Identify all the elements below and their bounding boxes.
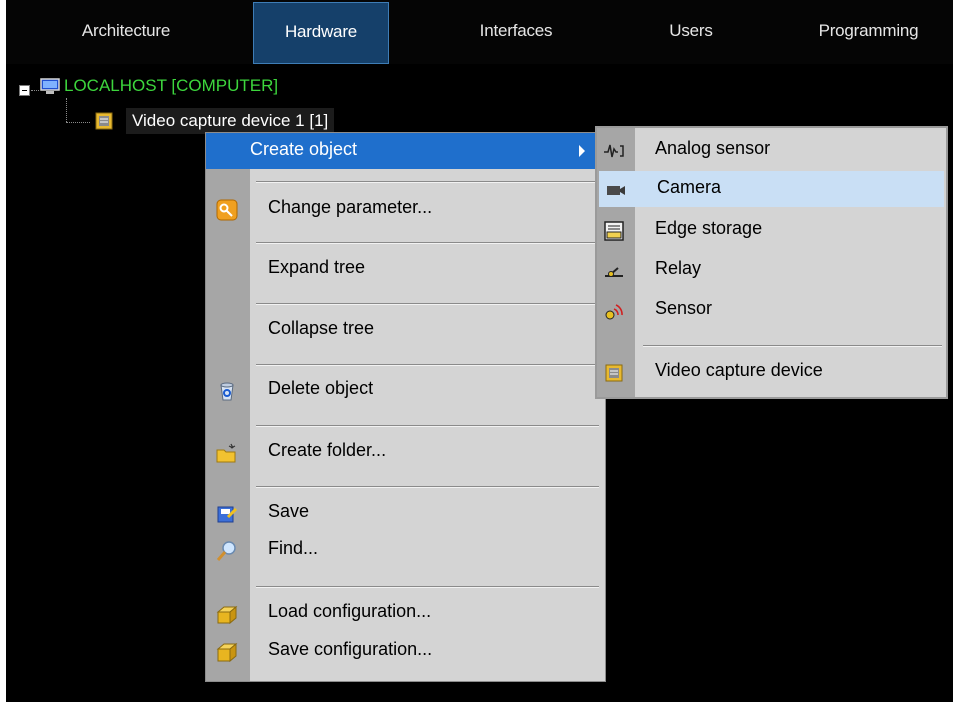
submenu-item-label: Relay	[655, 258, 702, 278]
menu-separator	[256, 486, 599, 488]
menu-item-find[interactable]: Find...	[206, 532, 605, 568]
menu-separator	[256, 364, 599, 366]
sensor-icon	[603, 300, 625, 322]
submenu-item-analog-sensor[interactable]: Analog sensor	[597, 132, 946, 168]
app-frame: Architecture Hardware Interfaces Users P…	[6, 0, 953, 702]
submenu-item-edge-storage[interactable]: Edge storage	[597, 212, 946, 248]
menu-separator	[256, 303, 599, 305]
menu-item-label: Change parameter...	[268, 197, 433, 217]
submenu-item-label: Analog sensor	[655, 138, 771, 158]
menu-item-label: Save configuration...	[268, 639, 433, 659]
menu-item-label: Create folder...	[268, 440, 387, 460]
analog-sensor-icon	[603, 140, 625, 162]
tree-root-label[interactable]: LOCALHOST [COMPUTER]	[64, 76, 278, 96]
menu-separator	[256, 586, 599, 588]
tab-programming[interactable]: Programming	[786, 2, 951, 64]
camera-icon	[605, 179, 627, 201]
tree-device-label[interactable]: Video capture device 1 [1]	[126, 108, 335, 134]
submenu-item-label: Edge storage	[655, 218, 763, 238]
tree-connector	[31, 90, 39, 91]
new-folder-icon	[216, 442, 238, 464]
tab-interfaces[interactable]: Interfaces	[426, 2, 606, 64]
menu-item-label: Expand tree	[268, 257, 366, 277]
submenu-item-relay[interactable]: Relay	[597, 252, 946, 288]
video-capture-device-icon	[603, 362, 625, 384]
tab-architecture[interactable]: Architecture	[26, 2, 226, 64]
menu-separator	[256, 425, 599, 427]
context-menu: Create object Change parameter... Expand…	[205, 132, 606, 682]
submenu-item-label: Video capture device	[655, 360, 823, 380]
menu-item-label: Load configuration...	[268, 601, 432, 621]
menu-item-change-parameter[interactable]: Change parameter...	[206, 191, 605, 227]
menu-item-label: Delete object	[268, 378, 374, 398]
magnifier-icon	[216, 540, 238, 562]
tree-connector	[66, 98, 67, 122]
submenu-item-sensor[interactable]: Sensor	[597, 292, 946, 328]
key-icon	[216, 199, 238, 221]
edge-storage-icon	[603, 220, 625, 242]
relay-icon	[603, 260, 625, 282]
menu-item-load-configuration[interactable]: Load configuration...	[206, 595, 605, 631]
submenu-item-label: Sensor	[655, 298, 713, 318]
video-capture-device-icon	[94, 111, 114, 131]
menu-item-collapse-tree[interactable]: Collapse tree	[206, 312, 605, 348]
submenu-item-video-capture-device[interactable]: Video capture device	[597, 354, 946, 390]
submenu-item-camera[interactable]: Camera	[599, 171, 944, 207]
menu-item-label: Collapse tree	[268, 318, 375, 338]
computer-icon	[40, 78, 60, 95]
menu-separator	[256, 181, 599, 183]
tab-users[interactable]: Users	[606, 2, 776, 64]
tab-bar: Architecture Hardware Interfaces Users P…	[6, 0, 953, 64]
menu-item-save[interactable]: Save	[206, 495, 605, 531]
save-icon	[216, 503, 238, 525]
box-open-icon	[216, 603, 238, 625]
recycle-bin-icon	[216, 380, 238, 402]
menu-item-label: Save	[268, 501, 310, 521]
menu-item-expand-tree[interactable]: Expand tree	[206, 251, 605, 287]
submenu-item-label: Camera	[657, 177, 722, 197]
tree-connector	[66, 122, 90, 123]
menu-item-label: Create object	[250, 139, 358, 159]
menu-item-create-object[interactable]: Create object	[206, 133, 605, 169]
menu-separator	[256, 242, 599, 244]
menu-item-save-configuration[interactable]: Save configuration...	[206, 633, 605, 669]
box-closed-icon	[216, 641, 238, 663]
menu-item-delete-object[interactable]: Delete object	[206, 372, 605, 408]
submenu-arrow-icon	[579, 145, 585, 157]
menu-separator	[643, 345, 942, 347]
collapse-toggle-icon[interactable]	[19, 85, 30, 96]
menu-item-label: Find...	[268, 538, 319, 558]
tab-hardware[interactable]: Hardware	[253, 2, 389, 64]
create-object-submenu: Analog sensor Camera Edge storage Relay …	[595, 126, 948, 399]
menu-item-create-folder[interactable]: Create folder...	[206, 434, 605, 470]
